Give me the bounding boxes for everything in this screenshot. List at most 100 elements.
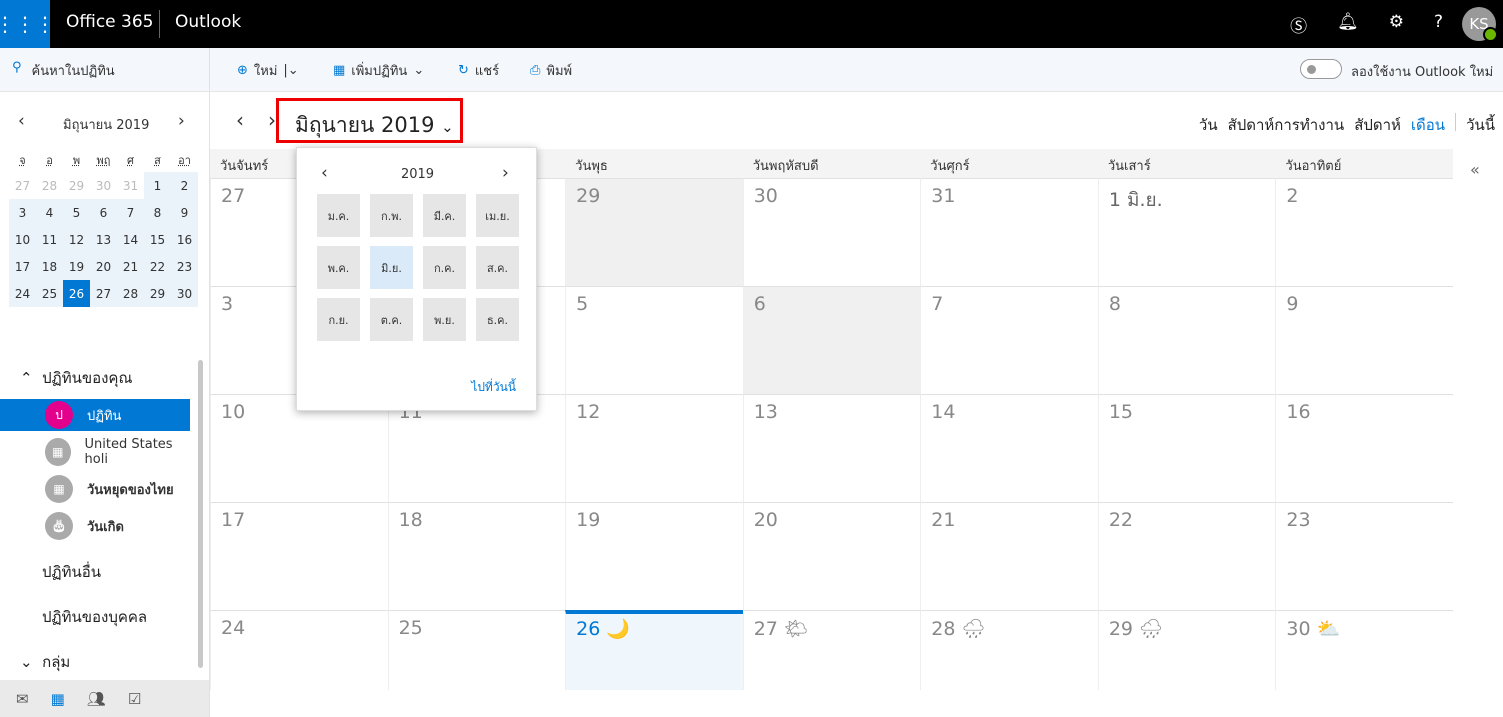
day-cell[interactable]: 9 xyxy=(1275,286,1453,394)
day-cell[interactable]: 30 ⛅ xyxy=(1275,610,1453,690)
mini-day[interactable]: 7 xyxy=(117,199,144,226)
month-button[interactable]: ส.ค. xyxy=(476,246,519,289)
groups-header[interactable]: ⌄ กลุ่ม xyxy=(20,650,70,674)
waffle-icon[interactable]: ⋮⋮⋮ xyxy=(0,0,55,48)
people-icon[interactable]: 👥︎ xyxy=(87,690,106,708)
day-cell[interactable]: 29 🌧 xyxy=(1097,610,1276,690)
avatar[interactable]: KS xyxy=(1462,7,1498,42)
try-new-outlook-toggle[interactable] xyxy=(1300,59,1342,79)
search-input[interactable]: ⚲ ค้นหาในปฏิทิน xyxy=(12,60,115,81)
month-button[interactable]: มี.ค. xyxy=(423,194,466,237)
mini-day[interactable]: 28 xyxy=(117,280,144,307)
mini-day[interactable]: 21 xyxy=(117,253,144,280)
today-button[interactable]: วันนี้ xyxy=(1466,113,1495,137)
day-cell[interactable]: 21 xyxy=(920,502,1098,610)
mini-day[interactable]: 25 xyxy=(36,280,63,307)
day-cell[interactable]: 31 xyxy=(920,178,1098,286)
view-1[interactable]: สัปดาห์การทำงาน xyxy=(1228,113,1345,137)
prev-month-icon[interactable]: ‹ xyxy=(236,108,244,132)
next-month-icon[interactable]: › xyxy=(268,108,276,132)
view-3[interactable]: เดือน xyxy=(1411,113,1445,137)
add-calendar-button[interactable]: ▦ เพิ่มปฏิทิน ⌄ xyxy=(333,60,424,81)
mini-day[interactable]: 16 xyxy=(171,226,198,253)
day-cell[interactable]: 2 xyxy=(1275,178,1453,286)
month-button[interactable]: ก.ค. xyxy=(423,246,466,289)
calendar-item[interactable]: ป ปฏิทิน xyxy=(0,399,190,431)
mini-day[interactable]: 19 xyxy=(63,253,90,280)
day-cell[interactable]: 16 xyxy=(1275,394,1453,502)
mini-day[interactable]: 1 xyxy=(144,172,171,199)
mini-day[interactable]: 26 xyxy=(63,280,90,307)
brand[interactable]: Office 365 xyxy=(66,12,153,32)
mini-day[interactable]: 15 xyxy=(144,226,171,253)
mini-day[interactable]: 30 xyxy=(90,172,117,199)
month-button[interactable]: มิ.ย. xyxy=(370,246,413,289)
mini-day[interactable]: 9 xyxy=(171,199,198,226)
app-name[interactable]: Outlook xyxy=(175,12,241,32)
day-cell[interactable]: 15 xyxy=(1097,394,1276,502)
day-cell[interactable]: 24 xyxy=(210,610,388,690)
view-0[interactable]: วัน xyxy=(1199,113,1218,137)
day-cell[interactable]: 17 xyxy=(210,502,388,610)
month-button[interactable]: ก.พ. xyxy=(370,194,413,237)
day-cell[interactable]: 8 xyxy=(1097,286,1276,394)
month-button[interactable]: พ.ค. xyxy=(317,246,360,289)
mini-day[interactable]: 13 xyxy=(90,226,117,253)
mini-day[interactable]: 12 xyxy=(63,226,90,253)
calendar-item[interactable]: 🎂︎ วันเกิด xyxy=(0,510,190,542)
calendar-item[interactable]: ▦ วันหยุดของไทย xyxy=(0,473,190,505)
mini-day[interactable]: 28 xyxy=(36,172,63,199)
mini-day[interactable]: 30 xyxy=(171,280,198,307)
chevron-down-icon[interactable]: |⌄ xyxy=(283,63,298,78)
mini-day[interactable]: 29 xyxy=(144,280,171,307)
month-button[interactable]: เม.ย. xyxy=(476,194,519,237)
share-button[interactable]: ↻ แชร์ xyxy=(458,60,499,81)
month-title-button[interactable]: มิถุนายน 2019 ⌄ xyxy=(276,98,463,143)
mini-next-icon[interactable]: › xyxy=(178,111,185,131)
calendar-icon[interactable]: ▦ xyxy=(51,690,65,708)
day-cell[interactable]: 18 xyxy=(387,502,566,610)
month-button[interactable]: ต.ค. xyxy=(370,298,413,341)
month-button[interactable]: พ.ย. xyxy=(423,298,466,341)
people-calendars[interactable]: ปฏิทินของบุคคล xyxy=(42,605,147,629)
month-button[interactable]: ธ.ค. xyxy=(476,298,519,341)
help-icon[interactable]: ? xyxy=(1434,12,1443,37)
next-year-icon[interactable]: › xyxy=(502,163,509,183)
mini-day[interactable]: 2 xyxy=(171,172,198,199)
new-button[interactable]: ⊕ ใหม่ |⌄ xyxy=(237,60,299,81)
mini-day[interactable]: 11 xyxy=(36,226,63,253)
gear-icon[interactable]: ⚙ xyxy=(1389,12,1404,37)
day-cell[interactable]: 14 xyxy=(920,394,1098,502)
mini-day[interactable]: 14 xyxy=(117,226,144,253)
day-cell[interactable]: 5 xyxy=(565,286,743,394)
mini-day[interactable]: 10 xyxy=(9,226,36,253)
day-cell[interactable]: 13 xyxy=(742,394,921,502)
day-cell[interactable]: 12 xyxy=(565,394,743,502)
mini-day[interactable]: 8 xyxy=(144,199,171,226)
day-cell[interactable]: 1 มิ.ย. xyxy=(1097,178,1276,286)
mini-day[interactable]: 17 xyxy=(9,253,36,280)
print-button[interactable]: ⎙ พิมพ์ xyxy=(530,60,572,81)
calendar-item[interactable]: ▦ United States holi xyxy=(0,436,190,468)
day-cell[interactable]: 22 xyxy=(1097,502,1276,610)
mini-day[interactable]: 31 xyxy=(117,172,144,199)
day-cell[interactable]: 7 xyxy=(920,286,1098,394)
view-2[interactable]: สัปดาห์ xyxy=(1354,113,1401,137)
mini-day[interactable]: 4 xyxy=(36,199,63,226)
day-cell[interactable]: 26 🌙 xyxy=(565,610,743,690)
mini-day[interactable]: 24 xyxy=(9,280,36,307)
mini-day[interactable]: 27 xyxy=(90,280,117,307)
go-to-today-link[interactable]: ไปที่วันนี้ xyxy=(471,378,516,397)
day-cell[interactable]: 6 xyxy=(742,286,921,394)
mini-day[interactable]: 27 xyxy=(9,172,36,199)
month-button[interactable]: ม.ค. xyxy=(317,194,360,237)
other-calendars[interactable]: ปฏิทินอื่น xyxy=(42,560,101,584)
bell-icon[interactable]: 🔔︎ xyxy=(1337,12,1359,37)
month-button[interactable]: ก.ย. xyxy=(317,298,360,341)
mini-day[interactable]: 3 xyxy=(9,199,36,226)
mini-day[interactable]: 18 xyxy=(36,253,63,280)
mini-prev-icon[interactable]: ‹ xyxy=(18,111,25,131)
mail-icon[interactable]: ✉ xyxy=(16,690,29,708)
tasks-icon[interactable]: ☑ xyxy=(128,690,141,708)
mini-day[interactable]: 29 xyxy=(63,172,90,199)
